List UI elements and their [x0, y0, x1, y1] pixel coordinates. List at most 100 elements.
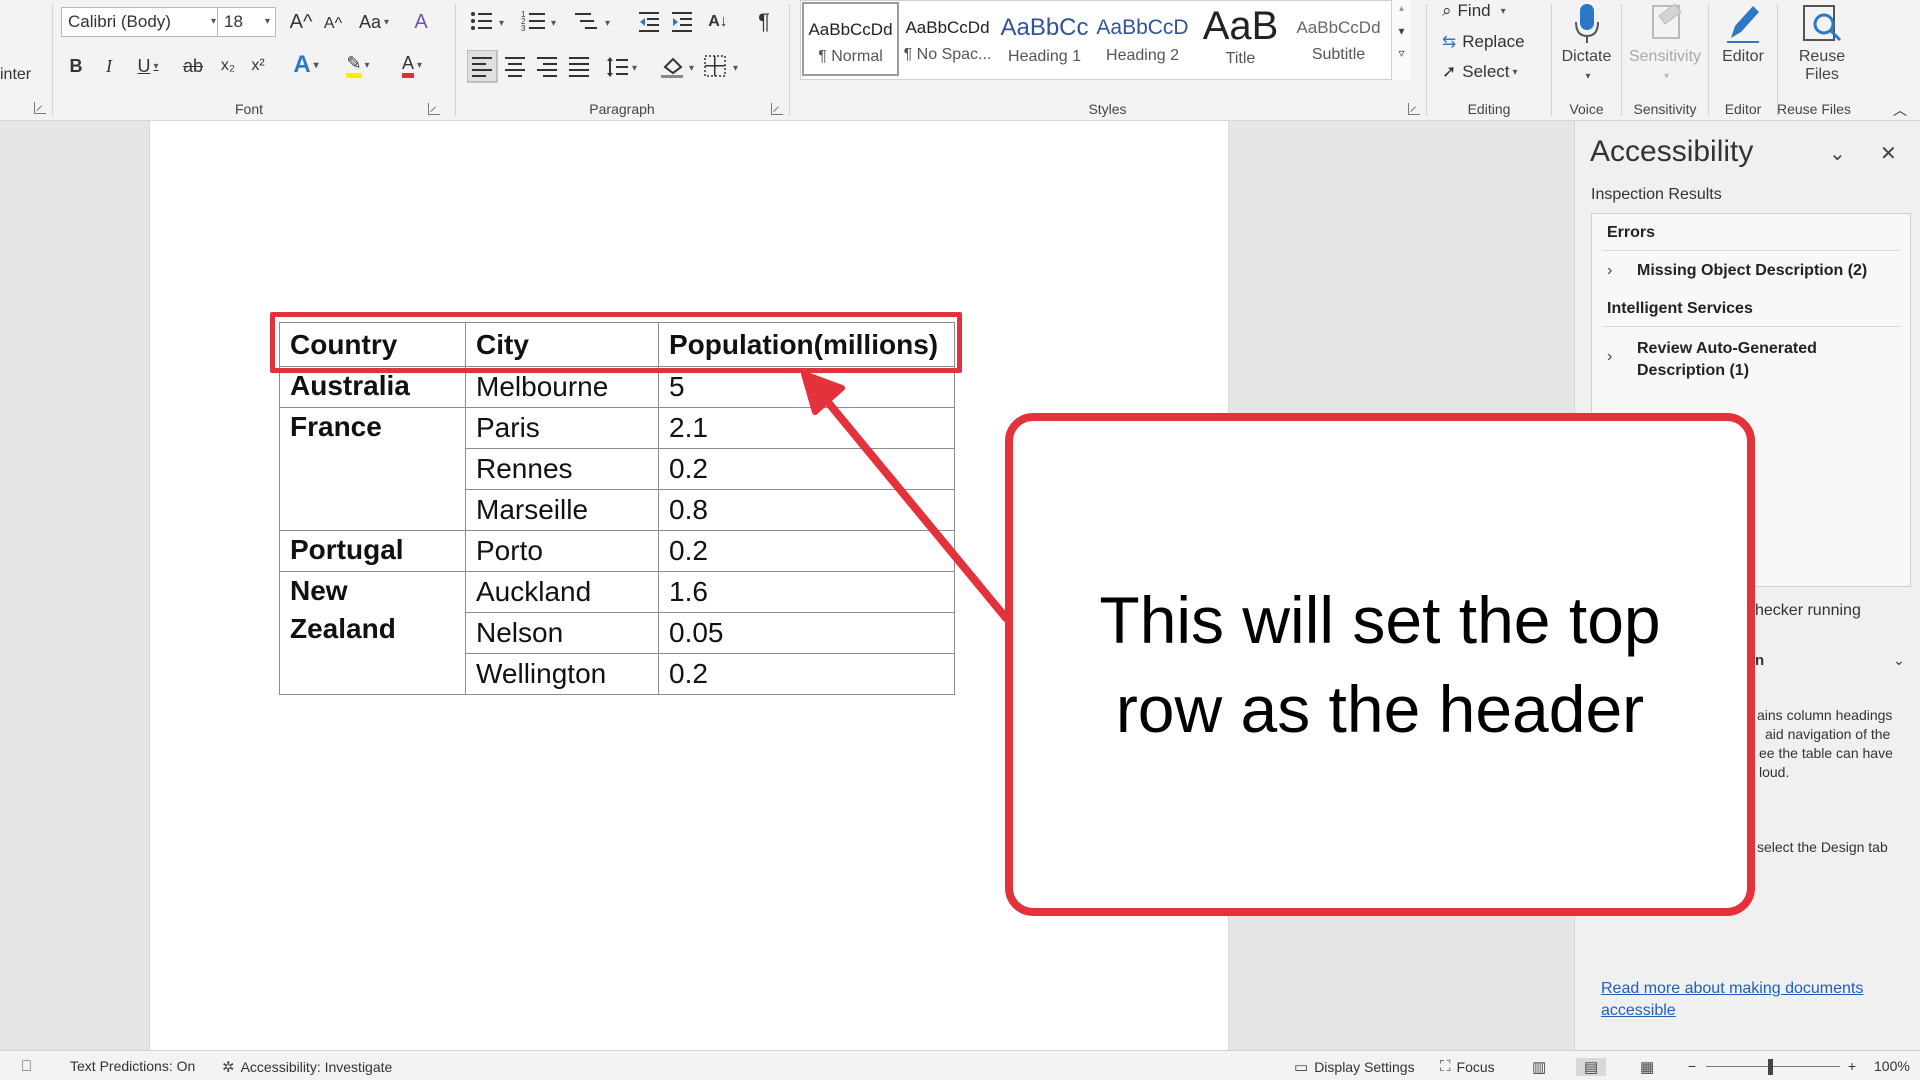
city-cell[interactable]: Porto — [465, 530, 659, 572]
format-painter-label[interactable]: inter — [0, 66, 31, 84]
dictate-button[interactable]: Dictate ▾ — [1553, 0, 1620, 84]
clipboard-launcher[interactable] — [34, 102, 46, 114]
align-right-icon[interactable] — [537, 57, 557, 77]
review-auto-generated-item[interactable]: › Review Auto-Generated Description (1) — [1607, 338, 1817, 382]
city-cell[interactable]: Nelson — [465, 612, 659, 654]
table-row[interactable]: France Paris 2.1 — [279, 407, 955, 531]
city-cell[interactable]: Auckland — [465, 571, 659, 613]
font-color-button[interactable]: A ▾ — [392, 50, 432, 80]
style-subtitle[interactable]: AaBbCcDd Subtitle — [1290, 2, 1387, 76]
city-cell[interactable]: Marseille — [465, 489, 659, 531]
more-styles-icon[interactable]: ▿ — [1392, 46, 1411, 60]
read-more-link-line2[interactable]: accessible — [1601, 1002, 1676, 1019]
read-more-link[interactable]: Read more about making documents accessib… — [1601, 978, 1901, 1022]
accessibility-status[interactable]: ✲ Accessibility: Investigate — [222, 1058, 392, 1076]
select-button[interactable]: ➚ Select ▾ — [1442, 60, 1518, 84]
bullets-icon[interactable]: ▾ — [471, 12, 504, 30]
country-cell[interactable]: New Zealand — [279, 571, 466, 695]
decrease-indent-icon[interactable] — [639, 12, 659, 32]
tip-text-4: loud. — [1759, 764, 1790, 780]
styles-launcher[interactable] — [1408, 103, 1420, 115]
find-button[interactable]: ⌕ Find ▾ — [1442, 0, 1506, 22]
styles-scroll[interactable]: ▴ ▾ ▿ — [1391, 0, 1411, 80]
highlighter-icon: ✎ — [346, 53, 362, 78]
close-icon[interactable]: ✕ — [1880, 141, 1897, 166]
editing-group: ⌕ Find ▾ ⇆ Replace ➚ Select ▾ Editing — [1428, 0, 1550, 121]
editing-group-label: Editing — [1467, 101, 1511, 117]
increase-indent-icon[interactable] — [672, 12, 692, 32]
editor-button[interactable]: Editor — [1710, 0, 1776, 66]
superscript-button[interactable]: x² — [244, 52, 272, 80]
table-row[interactable]: New Zealand Auckland 1.6 — [279, 571, 955, 695]
city-cell[interactable]: Rennes — [465, 448, 659, 490]
clear-formatting-button[interactable]: A — [406, 8, 436, 36]
sensitivity-button[interactable]: Sensitivity ▾ — [1623, 0, 1707, 84]
population-cell[interactable]: 0.2 — [658, 530, 955, 572]
city-cell[interactable]: Paris — [465, 407, 659, 449]
reuse-files-button[interactable]: Reuse Files — [1779, 0, 1865, 84]
style-title[interactable]: AaB Title — [1192, 2, 1289, 76]
style-heading-1[interactable]: AaBbCc Heading 1 — [996, 2, 1093, 76]
align-center-icon[interactable] — [505, 57, 525, 77]
zoom-out-button[interactable]: − — [1688, 1058, 1696, 1074]
style-normal[interactable]: AaBbCcDd ¶ Normal — [802, 2, 899, 76]
population-table[interactable]: Country City Population(millions) Austra… — [279, 322, 955, 695]
justify-icon[interactable] — [569, 57, 589, 77]
subscript-button[interactable]: x₂ — [214, 52, 242, 80]
multilevel-list-icon[interactable]: ▾ — [575, 13, 610, 29]
page-view-icon[interactable]: ⎕ — [22, 1058, 37, 1075]
highlight-button[interactable]: ✎ ▾ — [338, 50, 378, 80]
numbering-icon[interactable]: 1 2 3 ▾ — [521, 10, 556, 33]
country-cell[interactable]: Portugal — [279, 530, 466, 572]
zoom-slider-thumb[interactable] — [1768, 1059, 1774, 1075]
shading-icon[interactable]: ▾ — [661, 57, 694, 78]
replace-button[interactable]: ⇆ Replace — [1442, 30, 1525, 54]
collapse-ribbon-icon[interactable]: ︿ — [1893, 100, 1907, 120]
population-cell[interactable]: 2.1 — [658, 407, 955, 449]
change-case-button[interactable]: Aa ▾ — [352, 8, 396, 36]
text-effects-button[interactable]: A ▾ — [286, 50, 326, 80]
chevron-down-icon[interactable]: ⌄ — [1893, 651, 1905, 670]
editor-group: Editor Editor — [1710, 0, 1776, 121]
population-cell[interactable]: 0.2 — [658, 653, 955, 695]
chevron-down-icon[interactable]: ▾ — [1392, 24, 1411, 38]
city-cell[interactable]: Wellington — [465, 653, 659, 695]
population-cell[interactable]: 0.8 — [658, 489, 955, 531]
bold-button[interactable]: B — [64, 52, 88, 80]
read-mode-icon[interactable]: ▥ — [1532, 1058, 1552, 1076]
italic-button[interactable]: I — [97, 52, 121, 80]
strikethrough-button[interactable]: ab — [178, 52, 208, 80]
country-cell[interactable]: France — [279, 407, 466, 531]
sort-button[interactable]: A↓ — [703, 8, 733, 36]
web-layout-icon[interactable]: ▦ — [1640, 1058, 1660, 1076]
line-spacing-icon[interactable]: ▾ — [607, 57, 637, 77]
grow-font-button[interactable]: A^ — [286, 8, 316, 36]
sensitivity-label-icon — [1652, 3, 1682, 39]
focus-button[interactable]: ⛶ Focus — [1440, 1058, 1495, 1075]
zoom-level[interactable]: 100% — [1874, 1058, 1910, 1074]
paragraph-launcher[interactable] — [771, 103, 783, 115]
display-settings-button[interactable]: ▭ Display Settings — [1294, 1058, 1415, 1076]
table-row[interactable]: Portugal Porto 0.2 — [279, 530, 955, 572]
font-name-combo[interactable]: Calibri (Body) ▾ — [61, 7, 222, 37]
pane-options-chevron-icon[interactable]: ⌄ — [1829, 141, 1846, 166]
borders-icon[interactable]: ▾ — [704, 55, 738, 77]
read-more-link-line1[interactable]: Read more about making documents — [1601, 980, 1863, 997]
underline-button[interactable]: U ▾ — [128, 52, 168, 80]
shrink-font-button[interactable]: A^ — [318, 10, 348, 38]
text-predictions-status[interactable]: Text Predictions: On — [70, 1058, 195, 1074]
print-layout-icon[interactable]: ▤ — [1576, 1058, 1607, 1076]
style-subtitle-name: Subtitle — [1311, 46, 1366, 63]
zoom-in-button[interactable]: + — [1848, 1058, 1856, 1074]
style-no-spacing[interactable]: AaBbCcDd ¶ No Spac... — [899, 2, 996, 76]
font-size-combo[interactable]: 18 ▾ — [217, 7, 276, 37]
chevron-up-icon[interactable]: ▴ — [1392, 3, 1411, 14]
show-formatting-button[interactable]: ¶ — [749, 8, 779, 36]
style-heading-2[interactable]: AaBbCcD Heading 2 — [1094, 2, 1191, 76]
population-cell[interactable]: 1.6 — [658, 571, 955, 613]
pane-title: Accessibility — [1590, 135, 1754, 168]
font-launcher[interactable] — [428, 103, 440, 115]
error-missing-object-description[interactable]: › Missing Object Description (2) — [1607, 262, 1867, 280]
population-cell[interactable]: 0.2 — [658, 448, 955, 490]
population-cell[interactable]: 0.05 — [658, 612, 955, 654]
